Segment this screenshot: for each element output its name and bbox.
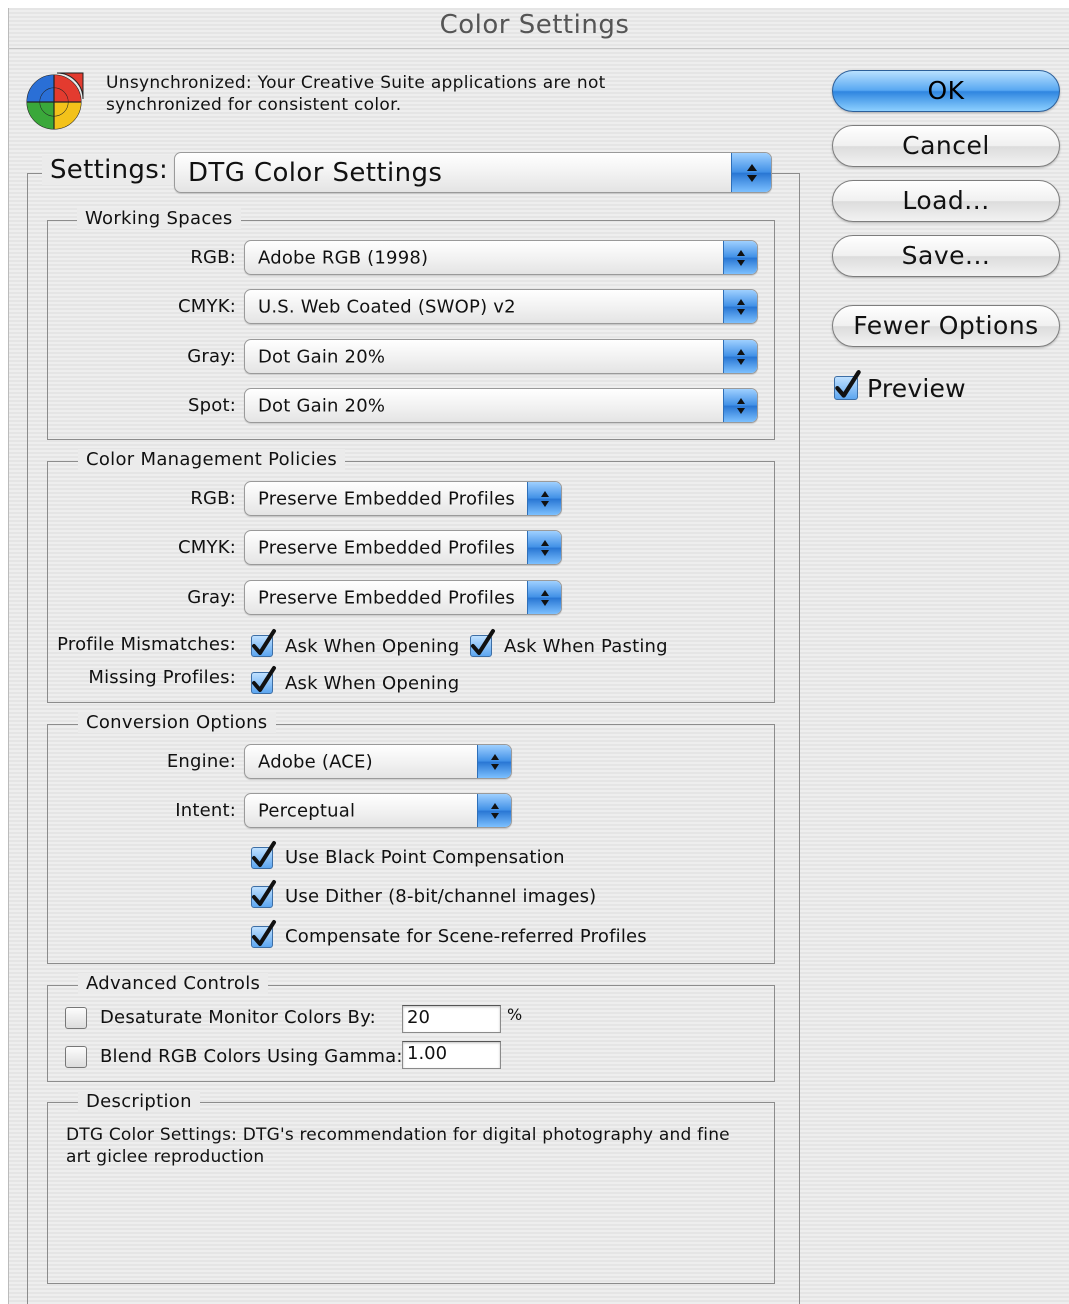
scene-referred-checkbox[interactable] (251, 920, 276, 948)
advanced-title: Advanced Controls (78, 973, 269, 994)
ws-rgb-popup[interactable]: Adobe RGB (1998) (244, 240, 758, 275)
policy-gray-popup[interactable]: Preserve Embedded Profiles (244, 580, 562, 615)
color-wheel-icon (26, 72, 84, 130)
ws-spot-popup[interactable]: Dot Gain 20% (244, 388, 758, 423)
policy-cmyk-popup[interactable]: Preserve Embedded Profiles (244, 530, 562, 565)
ws-rgb-value: Adobe RGB (1998) (258, 247, 429, 268)
mismatch-ask-pasting-label[interactable]: Ask When Pasting (504, 636, 668, 657)
updown-arrows-icon (723, 389, 757, 422)
updown-arrows-icon (527, 581, 561, 614)
conversion-title: Conversion Options (78, 712, 276, 733)
preview-label[interactable]: Preview (867, 374, 966, 403)
updown-arrows-icon (731, 153, 771, 192)
working-spaces-title: Working Spaces (77, 208, 241, 229)
load-button[interactable]: Load... (832, 180, 1060, 222)
policy-rgb-value: Preserve Embedded Profiles (258, 488, 515, 509)
updown-arrows-icon (723, 340, 757, 373)
desaturate-checkbox[interactable] (65, 1007, 87, 1029)
percent-unit: % (507, 1005, 523, 1024)
description-text: DTG Color Settings: DTG's recommendation… (66, 1125, 730, 1167)
updown-arrows-icon (477, 794, 511, 827)
checkmark-icon (471, 629, 495, 655)
updown-arrows-icon (527, 482, 561, 515)
settings-popup[interactable]: DTG Color Settings (174, 152, 772, 193)
checkmark-icon (252, 666, 276, 692)
profile-mismatches-label: Profile Mismatches: (57, 634, 236, 655)
desaturate-label[interactable]: Desaturate Monitor Colors By: (100, 1007, 376, 1028)
scene-referred-label[interactable]: Compensate for Scene-referred Profiles (285, 926, 647, 947)
intent-value: Perceptual (258, 800, 356, 821)
ok-button[interactable]: OK (832, 70, 1060, 112)
policy-gray-label: Gray: (187, 587, 236, 608)
sync-message: Unsynchronized: Your Creative Suite appl… (106, 73, 606, 115)
checkmark-icon (252, 920, 276, 946)
missing-profiles-label: Missing Profiles: (88, 667, 236, 688)
policy-cmyk-value: Preserve Embedded Profiles (258, 537, 515, 558)
intent-popup[interactable]: Perceptual (244, 793, 512, 828)
window-title: Color Settings (439, 10, 630, 40)
ws-rgb-label: RGB: (190, 247, 236, 268)
policy-rgb-label: RGB: (190, 488, 236, 509)
engine-label: Engine: (166, 751, 236, 772)
ws-gray-label: Gray: (187, 346, 236, 367)
engine-value: Adobe (ACE) (258, 751, 373, 772)
fewer-options-button[interactable]: Fewer Options (832, 305, 1060, 347)
blend-gamma-label[interactable]: Blend RGB Colors Using Gamma: (100, 1046, 403, 1067)
checkmark-icon (252, 629, 276, 655)
ws-cmyk-popup[interactable]: U.S. Web Coated (SWOP) v2 (244, 289, 758, 324)
engine-popup[interactable]: Adobe (ACE) (244, 744, 512, 779)
policies-title: Color Management Policies (78, 449, 346, 470)
missing-ask-opening-label[interactable]: Ask When Opening (285, 673, 459, 694)
checkmark-icon (252, 880, 276, 906)
policy-cmyk-label: CMYK: (178, 537, 236, 558)
dither-checkbox[interactable] (251, 880, 276, 908)
save-button[interactable]: Save... (832, 235, 1060, 277)
description-title: Description (78, 1091, 200, 1112)
settings-label: Settings: (42, 155, 177, 185)
missing-ask-opening-checkbox[interactable] (251, 666, 276, 694)
ws-spot-value: Dot Gain 20% (258, 395, 386, 416)
ws-cmyk-value: U.S. Web Coated (SWOP) v2 (258, 296, 516, 317)
policy-rgb-popup[interactable]: Preserve Embedded Profiles (244, 481, 562, 516)
black-point-label[interactable]: Use Black Point Compensation (285, 847, 565, 868)
desaturate-field[interactable]: 20 (402, 1005, 501, 1033)
title-divider (8, 48, 1069, 49)
updown-arrows-icon (723, 290, 757, 323)
mismatch-ask-pasting-checkbox[interactable] (470, 629, 495, 657)
ws-spot-label: Spot: (188, 395, 236, 416)
updown-arrows-icon (527, 531, 561, 564)
policy-gray-value: Preserve Embedded Profiles (258, 587, 515, 608)
ws-gray-popup[interactable]: Dot Gain 20% (244, 339, 758, 374)
intent-label: Intent: (175, 800, 236, 821)
black-point-checkbox[interactable] (251, 841, 276, 869)
dither-label[interactable]: Use Dither (8-bit/channel images) (285, 886, 596, 907)
checkmark-icon (252, 841, 276, 867)
blend-gamma-field[interactable]: 1.00 (402, 1041, 501, 1069)
cancel-button[interactable]: Cancel (832, 125, 1060, 167)
settings-value: DTG Color Settings (188, 157, 443, 188)
mismatch-ask-opening-checkbox[interactable] (251, 629, 276, 657)
checkmark-icon (835, 370, 861, 398)
preview-checkbox[interactable] (834, 370, 861, 400)
ws-cmyk-label: CMYK: (178, 296, 236, 317)
blend-gamma-checkbox[interactable] (65, 1046, 87, 1068)
ws-gray-value: Dot Gain 20% (258, 346, 386, 367)
updown-arrows-icon (723, 241, 757, 274)
mismatch-ask-opening-label[interactable]: Ask When Opening (285, 636, 459, 657)
updown-arrows-icon (477, 745, 511, 778)
